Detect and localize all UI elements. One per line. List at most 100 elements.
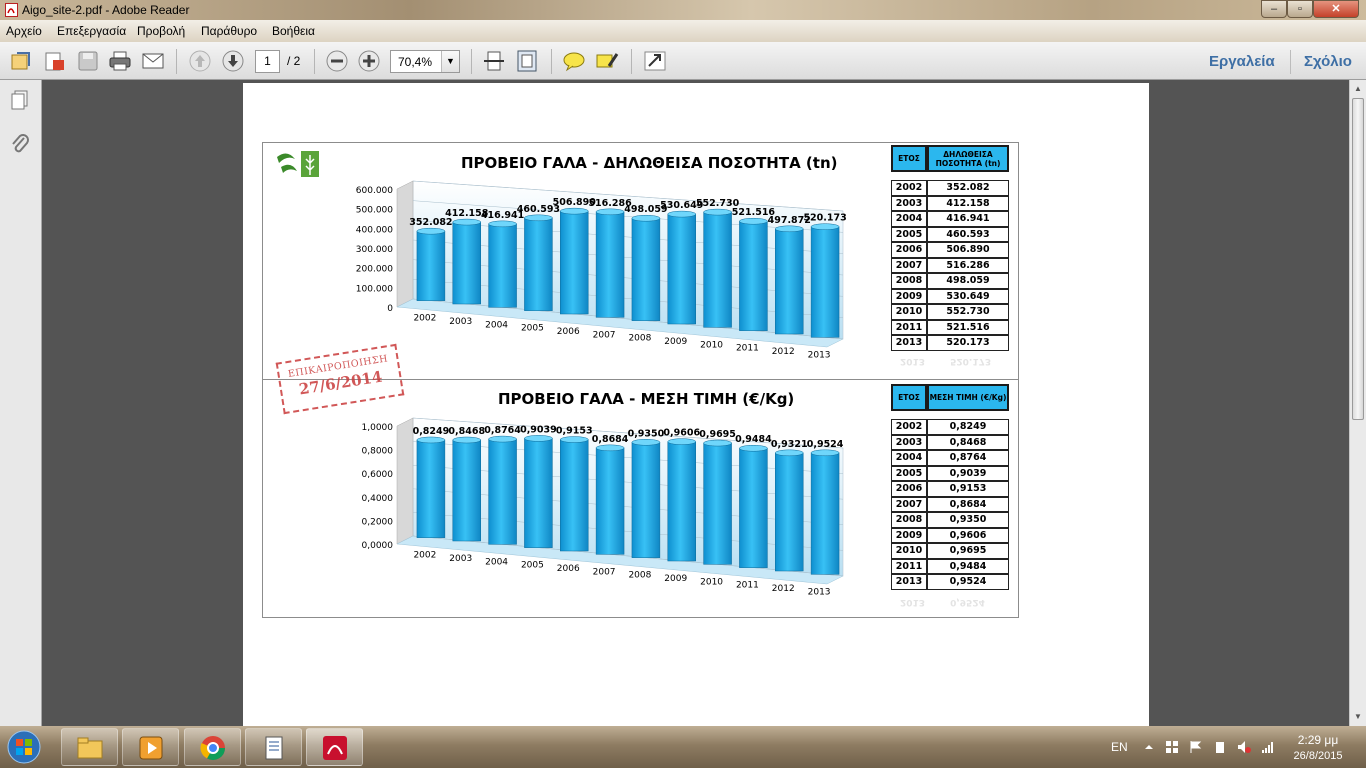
bar-cap xyxy=(667,438,696,445)
action-center-icon[interactable] xyxy=(1189,740,1203,754)
table-cell-value: 521.516 xyxy=(927,319,1009,335)
bar xyxy=(416,230,446,301)
chart1-svg: 0 100.000 200.000 300.000 400.000 500.000 600.… xyxy=(356,180,847,360)
zoom-value: 70,4% xyxy=(398,55,433,69)
page-number-input[interactable]: 1 xyxy=(255,50,280,73)
table-cell-value: 0,9039 xyxy=(927,465,1009,481)
chrome-task[interactable] xyxy=(184,728,241,766)
bar xyxy=(595,447,625,555)
adobe-reader-task[interactable] xyxy=(306,728,363,766)
bar xyxy=(595,211,625,318)
expand-icon[interactable] xyxy=(643,50,667,72)
clock-time[interactable]: 2:29 μμ xyxy=(1296,733,1340,747)
data-label: 0,8684 xyxy=(592,434,629,445)
vertical-scrollbar[interactable]: ▲ ▼ xyxy=(1349,80,1366,726)
menu-window[interactable]: Παράθυρο xyxy=(201,24,257,38)
menu-view[interactable]: Προβολή xyxy=(137,24,185,38)
office-task[interactable] xyxy=(245,728,302,766)
bar xyxy=(452,439,481,542)
y-tick-label: 0 xyxy=(387,304,393,314)
x-tick-label: 2011 xyxy=(736,581,759,591)
volume-muted-icon[interactable] xyxy=(1237,740,1251,754)
toolbar: 1 / 2 70,4% ▼ Εργαλεία Σχόλιο xyxy=(0,42,1366,80)
attachments-icon[interactable] xyxy=(9,133,31,155)
zoom-in-icon[interactable] xyxy=(357,50,381,72)
data-label: 520.173 xyxy=(803,213,846,224)
plot-side-wall xyxy=(396,417,414,545)
media-player-task[interactable] xyxy=(122,728,179,766)
next-page-icon[interactable] xyxy=(221,50,245,72)
taskbar: EN 2:29 μμ 26/8/2015 xyxy=(0,726,1366,768)
open-icon[interactable] xyxy=(9,50,33,72)
prev-page-icon[interactable] xyxy=(188,50,212,72)
y-tick-label: 0,4000 xyxy=(362,494,394,504)
table-cell-year: 2006 xyxy=(891,481,927,497)
scroll-thumb[interactable] xyxy=(1352,98,1364,420)
bar-cap xyxy=(631,214,661,222)
windows-start-button[interactable] xyxy=(4,729,44,765)
y-tick-label: 1,0000 xyxy=(362,423,394,433)
menu-edit[interactable]: Επεξεργασία xyxy=(57,24,126,38)
chart1-title: ΠΡΟΒΕΙΟ ΓΑΛΑ - ΔΗΛΩΘΕΙΣΑ ΠΟΣΟΤΗΤΑ (tn) xyxy=(461,154,838,172)
clock-date[interactable]: 26/8/2015 xyxy=(1291,750,1345,762)
minimize-button[interactable]: ‒ xyxy=(1261,0,1287,18)
x-tick-label: 2006 xyxy=(557,327,580,337)
table-cell-year: 2007 xyxy=(891,257,927,273)
zoom-dropdown[interactable]: 70,4% ▼ xyxy=(390,50,460,73)
bar xyxy=(739,447,768,568)
windows-flag-icon[interactable] xyxy=(1165,740,1179,754)
x-tick-label: 2010 xyxy=(700,577,723,587)
chevron-down-icon[interactable]: ▼ xyxy=(441,51,459,72)
table-cell-value: 552.730 xyxy=(927,304,1009,320)
bar-cap xyxy=(524,435,553,442)
email-icon[interactable] xyxy=(141,50,165,72)
page-thumbnails-icon[interactable] xyxy=(9,89,31,111)
bar xyxy=(810,452,840,575)
x-tick-label: 2009 xyxy=(664,337,687,347)
comment-pane-button[interactable]: Σχόλιο xyxy=(1304,53,1352,70)
pdf-app-icon xyxy=(5,3,18,17)
explorer-task[interactable] xyxy=(61,728,118,766)
create-pdf-icon[interactable] xyxy=(43,50,67,72)
menu-file[interactable]: Αρχείο xyxy=(6,24,42,38)
print-icon[interactable] xyxy=(108,50,132,72)
folder-icon xyxy=(77,737,103,759)
bar xyxy=(488,438,517,545)
table-cell-year: 2010 xyxy=(891,304,927,320)
bar-cap xyxy=(810,223,840,230)
zoom-out-icon[interactable] xyxy=(325,50,349,72)
menu-help[interactable]: Βοήθεια xyxy=(272,24,315,38)
table-cell-year: 2005 xyxy=(891,226,927,242)
bar-cap xyxy=(560,436,589,443)
bar-cap xyxy=(667,210,696,218)
table-cell-year: 2002 xyxy=(891,419,927,435)
fit-page-icon[interactable] xyxy=(515,50,539,72)
tools-pane-button[interactable]: Εργαλεία xyxy=(1209,53,1275,70)
highlight-icon[interactable] xyxy=(595,50,619,72)
table-cell-value: 0,9695 xyxy=(927,543,1009,559)
language-indicator[interactable]: EN xyxy=(1111,740,1128,754)
save-icon[interactable] xyxy=(76,50,100,72)
bar xyxy=(739,220,768,331)
network-signal-icon[interactable] xyxy=(1261,740,1275,754)
y-tick-label: 100.000 xyxy=(356,284,393,294)
scroll-down-icon[interactable]: ▼ xyxy=(1350,709,1366,725)
chrome-icon xyxy=(200,736,225,761)
close-button[interactable]: ✕ xyxy=(1313,0,1359,18)
bar-cap xyxy=(595,444,625,452)
table-reflection: 2013 0,9524 xyxy=(900,597,985,607)
x-tick-label: 2012 xyxy=(772,584,795,594)
comment-bubble-icon[interactable] xyxy=(562,50,586,72)
table-header-year: ΕΤΟΣ xyxy=(891,145,927,172)
bar-cap xyxy=(595,208,625,216)
show-hidden-icons-icon[interactable] xyxy=(1142,740,1156,754)
maximize-button[interactable]: ▫ xyxy=(1287,0,1313,18)
bar-cap xyxy=(775,449,804,457)
x-tick-label: 2002 xyxy=(413,314,436,324)
device-icon[interactable] xyxy=(1213,740,1227,754)
y-tick-label: 200.000 xyxy=(356,265,393,275)
scroll-up-icon[interactable]: ▲ xyxy=(1350,81,1366,97)
table-cell-year: 2010 xyxy=(891,543,927,559)
fit-width-icon[interactable] xyxy=(482,50,506,72)
x-tick-label: 2004 xyxy=(485,320,508,330)
